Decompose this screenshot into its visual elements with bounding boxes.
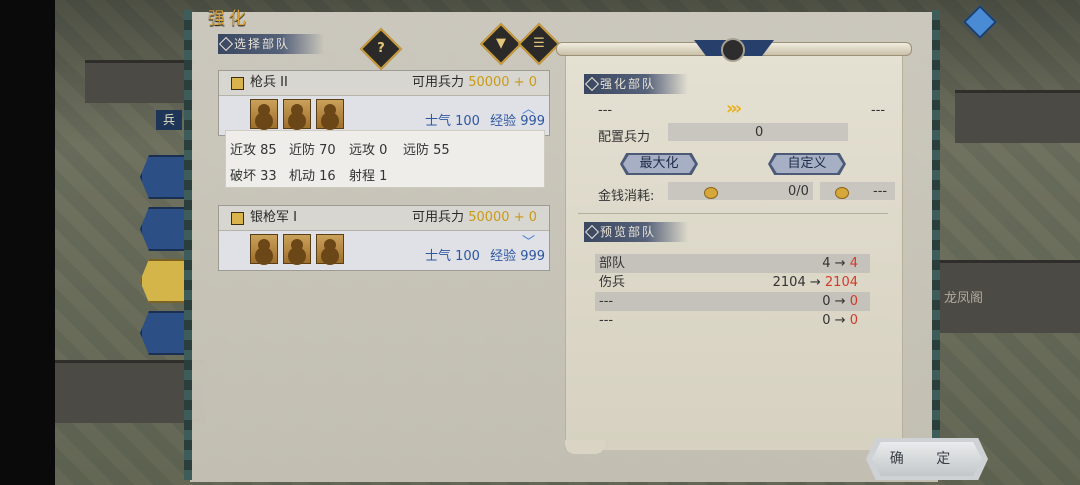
filter-icon: ▼ — [496, 36, 506, 51]
available-value: 50000 + 0 — [468, 75, 537, 90]
soldier-portrait — [250, 234, 278, 264]
bg-roof — [55, 360, 205, 423]
side-tab-3-active[interactable] — [140, 259, 190, 303]
to-unit-placeholder: --- — [871, 103, 886, 118]
gold-coin-icon — [835, 187, 849, 199]
preview-row: 伤兵 2104 → 2104 — [599, 275, 858, 290]
stat-melee-defense: 近防 70 — [289, 143, 336, 158]
expand-chevron-down-icon[interactable]: ﹀ — [522, 231, 535, 250]
maximize-button[interactable]: 最大化 — [620, 153, 698, 175]
troops-value: 0 — [755, 125, 764, 140]
enhance-arrows-icon: ››› — [726, 98, 742, 119]
enhance-unit-header: 强化部队 — [584, 74, 688, 94]
soldier-portrait — [316, 99, 344, 129]
soldier-portrait — [250, 99, 278, 129]
custom-button[interactable]: 自定义 — [768, 153, 846, 175]
gold-coin-icon — [704, 187, 718, 199]
question-icon: ? — [377, 41, 385, 56]
exp-text: 经验 999 — [490, 114, 546, 129]
preview-row: --- 0 → 0 — [595, 292, 870, 311]
unit-card-body: 士气 100 经验 999 ﹀ — [219, 231, 549, 270]
unit-card[interactable]: 银枪军 I 可用兵力 50000 + 0 士气 100 经验 999 ﹀ — [218, 205, 550, 271]
unit-card-header: 枪兵 II 可用兵力 50000 + 0 — [219, 71, 549, 96]
scroll-medal-icon — [721, 38, 745, 62]
maximize-button-label: 最大化 — [623, 155, 695, 173]
cost-value: 0/0 — [788, 184, 809, 199]
unit-card-header: 银枪军 I 可用兵力 50000 + 0 — [219, 206, 549, 231]
soldier-portrait — [283, 99, 311, 129]
exp-text: 经验 999 — [490, 249, 546, 264]
spear-unit-icon — [231, 212, 244, 225]
confirm-button[interactable]: 确 定 — [872, 442, 982, 476]
divider — [578, 213, 888, 214]
morale-text: 士气 100 — [425, 249, 480, 264]
troops-label: 配置兵力 — [598, 130, 651, 145]
stat-ranged-defense: 远防 55 — [403, 143, 450, 158]
bg-building-label: 龙凤阁 — [944, 291, 984, 306]
panel-edge-left — [184, 10, 192, 480]
available-troops: 可用兵力 50000 + 0 — [412, 206, 537, 230]
unit-card[interactable]: 枪兵 II 可用兵力 50000 + 0 士气 100 经验 999 ︿ — [218, 70, 550, 136]
stat-range: 射程 1 — [349, 169, 388, 184]
soldier-portrait — [316, 234, 344, 264]
available-label: 可用兵力 — [412, 75, 465, 90]
side-tab-4[interactable] — [140, 311, 190, 355]
side-tab-1[interactable] — [140, 155, 190, 199]
scroll-curl — [565, 440, 605, 454]
bg-roof — [955, 90, 1080, 143]
cost-extra: --- — [873, 184, 888, 199]
side-tab-2[interactable] — [140, 207, 190, 251]
stat-mobility: 机动 16 — [289, 169, 336, 184]
bg-roof — [85, 60, 195, 103]
unit-name: 枪兵 II — [250, 75, 288, 90]
available-label: 可用兵力 — [412, 210, 465, 225]
panel-edge-right — [932, 10, 940, 480]
collapse-chevron-up-icon[interactable]: ︿ — [522, 98, 535, 117]
preview-unit-header: 预览部队 — [584, 222, 688, 242]
preview-row: 部队 4 → 4 — [595, 254, 870, 273]
soldier-portrait — [283, 234, 311, 264]
morale-text: 士气 100 — [425, 114, 480, 129]
unit-stats-panel: 近攻 85 近防 70 远攻 0 远防 55 破坏 33 机动 16 射程 1 — [225, 130, 545, 188]
available-troops: 可用兵力 50000 + 0 — [412, 71, 537, 95]
unit-name: 银枪军 I — [250, 210, 297, 225]
stat-destruction: 破坏 33 — [230, 169, 277, 184]
from-unit-placeholder: --- — [598, 103, 613, 118]
select-unit-header: 选择部队 — [218, 34, 324, 54]
page-title: 强化 — [208, 9, 250, 29]
available-value: 50000 + 0 — [468, 210, 537, 225]
spear-unit-icon — [231, 77, 244, 90]
side-tab-label: 兵 — [156, 110, 182, 130]
preview-row: --- 0 → 0 — [599, 313, 858, 328]
cost-label: 金钱消耗: — [598, 189, 655, 204]
list-icon: ☰ — [533, 36, 545, 51]
stat-melee-attack: 近攻 85 — [230, 143, 277, 158]
stat-ranged-attack: 远攻 0 — [349, 143, 388, 158]
custom-button-label: 自定义 — [771, 155, 843, 173]
